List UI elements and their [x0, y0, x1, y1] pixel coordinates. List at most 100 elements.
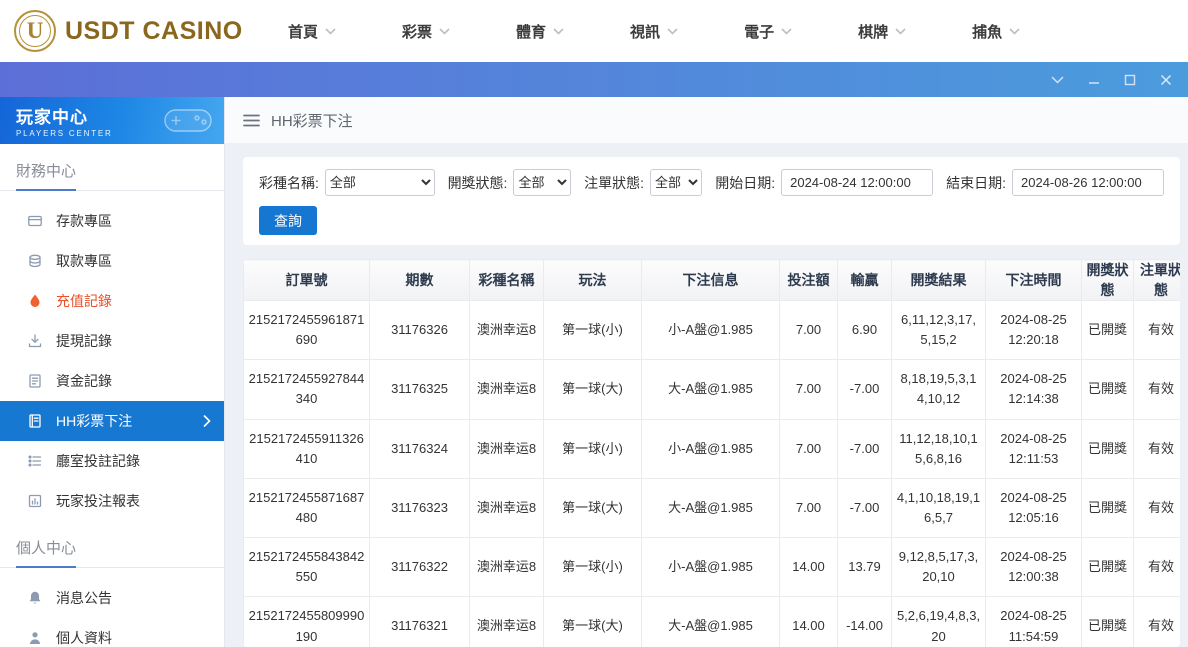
sidebar-item-label: HH彩票下注 [56, 413, 133, 429]
lottery-journal-icon [27, 413, 43, 429]
nav-item-slots[interactable]: 電子 [744, 21, 792, 42]
cell-period: 31176324 [369, 418, 470, 479]
close-icon[interactable] [1160, 74, 1172, 86]
table-header-cell: 期數 [369, 259, 470, 301]
gamepad-decoration-icon [164, 109, 212, 132]
minimize-icon[interactable] [1088, 74, 1100, 86]
nav-item-fishing[interactable]: 捕魚 [972, 21, 1020, 42]
logo[interactable]: U USDT CASINO [0, 10, 248, 52]
bets-table-panel: 訂單號 期數 彩種名稱 玩法 下注信息 投注額 輸贏 開獎結果 下注時間 開獎狀態 注單狀態 215… [243, 259, 1180, 647]
nav-item-live-video[interactable]: 視訊 [630, 21, 678, 42]
chevron-down-icon [895, 27, 906, 35]
section-finance-center: 財務中心 [0, 144, 224, 191]
collapse-chevron-icon[interactable] [1051, 75, 1064, 84]
cell-bet-amount: 7.00 [779, 299, 838, 361]
sidebar-item-label: 資金記錄 [56, 373, 112, 389]
cell-win-loss: 13.79 [837, 537, 892, 598]
cell-draw-result: 5,2,6,19,4,8,3,20 [891, 596, 986, 647]
sidebar-item-deposit-zone[interactable]: 存款專區 [0, 201, 224, 241]
nav-item-home[interactable]: 首頁 [288, 21, 336, 42]
cell-bet-status: 有效 [1133, 418, 1180, 479]
chevron-down-icon [667, 27, 678, 35]
cell-play-type: 第一球(小) [543, 299, 642, 361]
cell-bet-amount: 7.00 [779, 477, 838, 539]
chevron-down-icon [439, 27, 450, 35]
maximize-icon[interactable] [1124, 74, 1136, 86]
cell-bet-info: 大-A盤@1.985 [641, 359, 780, 420]
logo-text: USDT CASINO [65, 16, 243, 45]
table-header-cell: 玩法 [543, 259, 642, 301]
nav-item-sports[interactable]: 體育 [516, 21, 564, 42]
search-button[interactable]: 查詢 [259, 206, 317, 235]
sidebar-item-player-bet-report[interactable]: 玩家投注報表 [0, 481, 224, 521]
sidebar-item-label: 玩家投注報表 [56, 493, 140, 509]
table-header-cell: 訂單號 [243, 259, 370, 301]
table-row: 2152172455809990190 31176321 澳洲幸运8 第一球(大… [243, 596, 1180, 647]
main-nav: 首頁 彩票 體育 視訊 電子 棋牌 捕魚 [288, 21, 1020, 42]
sidebar-item-recharge-records[interactable]: 充值記錄 [0, 281, 224, 321]
menu-toggle-icon[interactable] [243, 114, 260, 127]
sidebar-item-profile[interactable]: 個人資料 [0, 618, 224, 647]
table-header-cell: 投注額 [779, 259, 838, 301]
cell-bet-amount: 14.00 [779, 596, 838, 647]
cell-bet-time: 2024-08-25 12:14:38 [985, 359, 1082, 420]
chevron-down-icon [781, 27, 792, 35]
nav-item-card-games[interactable]: 棋牌 [858, 21, 906, 42]
sidebar-item-room-bet-records[interactable]: 廳室投註記錄 [0, 441, 224, 481]
sidebar-item-funds-records[interactable]: 資金記錄 [0, 361, 224, 401]
cell-bet-info: 大-A盤@1.985 [641, 477, 780, 539]
table-header-cell: 開獎狀態 [1081, 259, 1134, 301]
sidebar-header: 玩家中心 PLAYERS CENTER [0, 97, 224, 144]
funds-doc-icon [27, 373, 43, 389]
table-row: 2152172455871687480 31176323 澳洲幸运8 第一球(大… [243, 477, 1180, 539]
report-chart-icon [27, 493, 43, 509]
sidebar-item-withdraw-zone[interactable]: 取款專區 [0, 241, 224, 281]
end-date-input[interactable] [1012, 169, 1164, 196]
cell-bet-time: 2024-08-25 12:05:16 [985, 477, 1082, 539]
cashout-arrow-icon [27, 333, 43, 349]
table-header-row: 訂單號 期數 彩種名稱 玩法 下注信息 投注額 輸贏 開獎結果 下注時間 開獎狀態 注單狀態 [243, 259, 1180, 301]
cell-bet-status: 有效 [1133, 359, 1180, 420]
cell-lottery-name: 澳洲幸运8 [469, 477, 544, 539]
cell-bet-info: 大-A盤@1.985 [641, 596, 780, 647]
lottery-select[interactable]: 全部 [324, 169, 435, 196]
page-title: HH彩票下注 [271, 112, 353, 130]
cell-play-type: 第一球(小) [543, 418, 642, 479]
cell-order-id: 2152172455809990190 [243, 596, 370, 647]
table-body: 2152172455961871690 31176326 澳洲幸运8 第一球(小… [243, 299, 1180, 647]
chevron-down-icon [553, 27, 564, 35]
sidebar-item-cashout-records[interactable]: 提現記錄 [0, 321, 224, 361]
cell-play-type: 第一球(小) [543, 537, 642, 598]
window-titlebar [0, 62, 1188, 97]
cell-period: 31176322 [369, 537, 470, 598]
recharge-drop-icon [27, 293, 43, 309]
bet-status-select[interactable]: 全部 [649, 169, 703, 196]
cell-bet-status: 有效 [1133, 537, 1180, 598]
draw-status-select[interactable]: 全部 [513, 169, 572, 196]
table-header-cell: 彩種名稱 [469, 259, 544, 301]
cell-bet-time: 2024-08-25 12:00:38 [985, 537, 1082, 598]
cell-win-loss: -14.00 [837, 596, 892, 647]
cell-bet-time: 2024-08-25 11:54:59 [985, 596, 1082, 647]
cell-win-loss: -7.00 [837, 359, 892, 420]
main-content: HH彩票下注 彩種名稱: 全部 開獎狀態: 全部 注單狀態: 全部 開始日期: … [225, 97, 1188, 647]
table-row: 2152172455843842550 31176322 澳洲幸运8 第一球(小… [243, 537, 1180, 598]
finance-menu: 存款專區 取款專區 充值記錄 提現記錄 資金記錄 HH彩票下注 廳室投註記錄 玩… [0, 191, 224, 521]
start-date-label: 開始日期: [715, 174, 776, 191]
cell-draw-status: 已開獎 [1081, 359, 1134, 420]
cell-bet-status: 有效 [1133, 299, 1180, 361]
cell-order-id: 2152172455843842550 [243, 537, 370, 598]
cell-lottery-name: 澳洲幸运8 [469, 359, 544, 420]
chevron-down-icon [325, 27, 336, 35]
chevron-right-icon [203, 415, 211, 427]
sidebar-item-hh-lottery-bets[interactable]: HH彩票下注 [0, 401, 224, 441]
logo-letter: U [26, 18, 44, 43]
bet-status-select-label: 注單狀態: [584, 174, 644, 191]
main-layout: 玩家中心 PLAYERS CENTER 財務中心 存款專區 取款專區 充值記錄 … [0, 97, 1188, 647]
start-date-input[interactable] [781, 169, 934, 196]
sidebar-item-announcements[interactable]: 消息公告 [0, 578, 224, 618]
table-header-cell: 下注時間 [985, 259, 1082, 301]
nav-item-lottery[interactable]: 彩票 [402, 21, 450, 42]
bets-table: 訂單號 期數 彩種名稱 玩法 下注信息 投注額 輸贏 開獎結果 下注時間 開獎狀態 注單狀態 215… [243, 259, 1180, 647]
person-icon [27, 630, 43, 646]
